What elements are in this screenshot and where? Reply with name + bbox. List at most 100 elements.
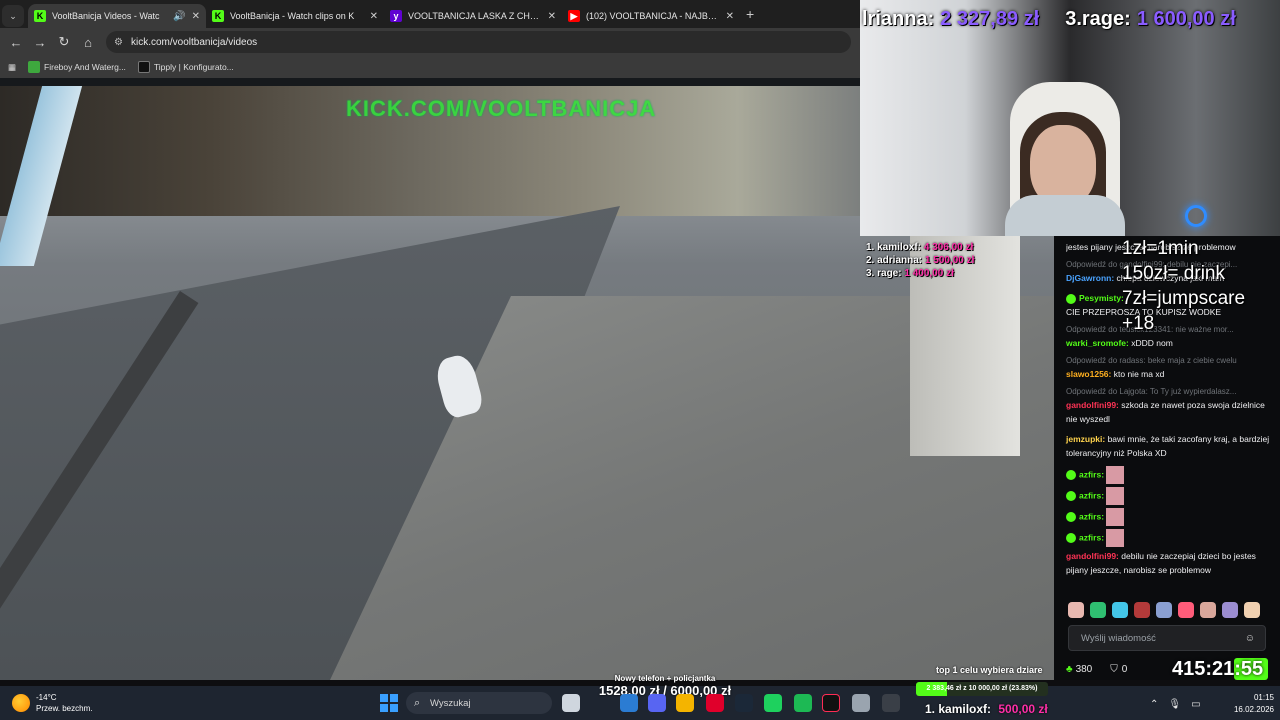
weather-icon xyxy=(12,694,30,712)
reload-icon[interactable]: ↻ xyxy=(52,30,76,54)
chrome-icon[interactable] xyxy=(676,694,694,712)
kick-icon: K xyxy=(34,10,46,22)
emote-icon[interactable] xyxy=(1068,602,1084,618)
close-icon[interactable]: ✕ xyxy=(192,11,200,22)
streamer-shirt xyxy=(1005,195,1125,236)
chat-input-placeholder: Wyślij wiadomość xyxy=(1081,632,1156,644)
emote-icon[interactable] xyxy=(1222,602,1238,618)
ticker-name: lrianna: xyxy=(862,7,935,30)
top-donor-value: 500,00 zł xyxy=(998,702,1048,716)
verified-badge-icon xyxy=(1066,470,1076,480)
chat-message: azfirs: xyxy=(1066,466,1274,484)
system-clock[interactable]: 01:15 16.02.2026 xyxy=(1224,692,1274,716)
discord-icon[interactable] xyxy=(648,694,666,712)
bookmarks-bar: ▦ Fireboy And Waterg... Tipply | Konfigu… xyxy=(0,56,860,78)
tab-watch-clips[interactable]: K VooltBanicja - Watch clips on K ✕ xyxy=(206,4,384,28)
microphone-icon[interactable]: 🎙 xyxy=(1168,699,1181,710)
taskbar-search[interactable]: ⌕ Wyszukaj xyxy=(406,692,552,714)
emote-icon[interactable] xyxy=(1112,602,1128,618)
donor-row: 2. adrianna: 1 500,00 zł xyxy=(866,255,975,266)
verified-badge-icon xyxy=(1066,491,1076,501)
chevron-up-icon[interactable]: ⌃ xyxy=(1150,699,1158,710)
task-view-icon[interactable] xyxy=(562,694,580,712)
verified-badge-icon xyxy=(1066,533,1076,543)
emote-icon[interactable] xyxy=(1178,602,1194,618)
points-count: 380 xyxy=(1075,663,1093,675)
bookmark-label: Tipply | Konfigurato... xyxy=(153,62,234,72)
clock-time: 01:15 xyxy=(1253,693,1274,702)
weather-temp: -14°C xyxy=(36,693,57,702)
weather-widget[interactable]: -14°C Przew. bezchm. xyxy=(12,690,132,716)
messenger-icon[interactable] xyxy=(764,694,782,712)
apps-grid-icon[interactable]: ▦ xyxy=(8,62,16,73)
rule-line: +18 xyxy=(1122,313,1155,334)
tab-vooltbanicja-videos[interactable]: K VooltBanicja Videos - Watc 🔊 ✕ xyxy=(28,4,206,28)
phone-goal-label: Nowy telefon + policjantka xyxy=(614,674,716,683)
rule-line: 150zł= drink xyxy=(1122,263,1225,284)
clock-date: 16.02.2026 xyxy=(1233,705,1274,714)
microphone-light xyxy=(1185,205,1207,227)
display-icon[interactable]: ▭ xyxy=(1191,699,1200,710)
search-icon: ⌕ xyxy=(414,696,421,709)
opera-icon[interactable] xyxy=(706,694,724,712)
ticker-name: 3.rage: xyxy=(1065,7,1131,30)
home-icon[interactable]: ⌂ xyxy=(76,30,100,54)
chat-message: gandolfini99: szkoda ze nawet poza swoja… xyxy=(1066,400,1265,424)
tab-search-button[interactable]: ⌄ xyxy=(2,5,24,27)
webcam-feed xyxy=(860,0,1280,236)
tab-title: VOOLTBANICJA LASKA Z CHŁO xyxy=(408,11,542,21)
site-info-icon[interactable]: ⚙ xyxy=(114,37,123,48)
windows-start-icon[interactable] xyxy=(380,694,398,712)
bookmark-icon xyxy=(28,61,41,73)
emoji-icon[interactable]: ☺ xyxy=(1245,633,1255,644)
audio-icon[interactable]: 🔊 xyxy=(173,11,185,22)
bookmark-tipply[interactable]: Tipply | Konfigurato... xyxy=(137,61,234,73)
close-icon[interactable]: ✕ xyxy=(370,11,378,22)
tab-youtube[interactable]: ▶ (102) VOOLTBANICJA - NAJBAR ✕ xyxy=(562,4,740,28)
tab-laska[interactable]: y VOOLTBANICJA LASKA Z CHŁO ✕ xyxy=(384,4,562,28)
forward-icon[interactable]: → xyxy=(28,30,52,54)
steam-icon[interactable] xyxy=(735,694,753,712)
tab-bar: ⌄ K VooltBanicja Videos - Watc 🔊 ✕ K Voo… xyxy=(0,0,860,28)
rule-line: 7zł=jumpscare xyxy=(1122,288,1246,309)
obs-icon[interactable] xyxy=(882,694,900,712)
donor-row: 1. kamiloxf: 4 306,00 zł xyxy=(866,242,974,253)
close-icon[interactable]: ✕ xyxy=(726,11,734,22)
tiktok-icon[interactable] xyxy=(822,694,840,712)
donation-rules-overlay: 1zł=1min 150zł= drink 7zł=jumpscare +18 xyxy=(1122,236,1280,336)
emote-icon xyxy=(1106,466,1125,484)
emote-icon xyxy=(1106,487,1125,505)
tab-title: VooltBanicja Videos - Watc xyxy=(52,11,160,21)
chat-message: azfirs: xyxy=(1066,508,1274,526)
points-icon[interactable]: ♣ xyxy=(1066,664,1073,675)
back-icon[interactable]: ← xyxy=(4,30,28,54)
chat-input[interactable]: Wyślij wiadomość ☺ xyxy=(1068,625,1266,651)
youtube-icon: ▶ xyxy=(568,10,580,22)
gift-icon[interactable]: ⛉ xyxy=(1110,664,1118,675)
chat-message: slawo1256: kto nie ma xd xyxy=(1066,369,1165,379)
spotify-icon[interactable] xyxy=(794,694,812,712)
goal-caption: top 1 celu wybiera dziare xyxy=(936,665,1043,675)
gift-count: 0 xyxy=(1121,663,1128,675)
chat-message: gandolfini99: debilu nie zaczepiaj dziec… xyxy=(1066,551,1256,575)
goal-progress-text: 2 383,46 zł z 10 000,00 zł (23.83%) xyxy=(926,685,1038,692)
close-icon[interactable]: ✕ xyxy=(548,11,556,22)
emote-icon[interactable] xyxy=(1244,602,1260,618)
edge-icon[interactable] xyxy=(620,694,638,712)
emote-icon xyxy=(1106,529,1125,547)
new-tab-button[interactable]: + xyxy=(746,6,754,22)
emote-icon[interactable] xyxy=(1156,602,1172,618)
yahoo-icon: y xyxy=(390,10,402,22)
chat-message: azfirs: xyxy=(1066,529,1274,547)
settings-icon[interactable] xyxy=(852,694,870,712)
emote-icon[interactable] xyxy=(1134,602,1150,618)
emote-icon xyxy=(1106,508,1125,526)
emote-icon[interactable] xyxy=(1090,602,1106,618)
chat-message: jemzupki: bawi mnie, że taki zacofany kr… xyxy=(1066,434,1270,458)
chat-reply: Odpowiedź do Lajgota: To Ty już wypierda… xyxy=(1066,387,1237,396)
top-donor-name: 1. kamiloxf: xyxy=(925,702,992,716)
chat-message: azfirs: xyxy=(1066,487,1274,505)
bookmark-fireboy[interactable]: Fireboy And Waterg... xyxy=(28,61,126,73)
address-bar[interactable]: ⚙ kick.com/vooltbanicja/videos xyxy=(106,31,851,53)
emote-icon[interactable] xyxy=(1200,602,1216,618)
